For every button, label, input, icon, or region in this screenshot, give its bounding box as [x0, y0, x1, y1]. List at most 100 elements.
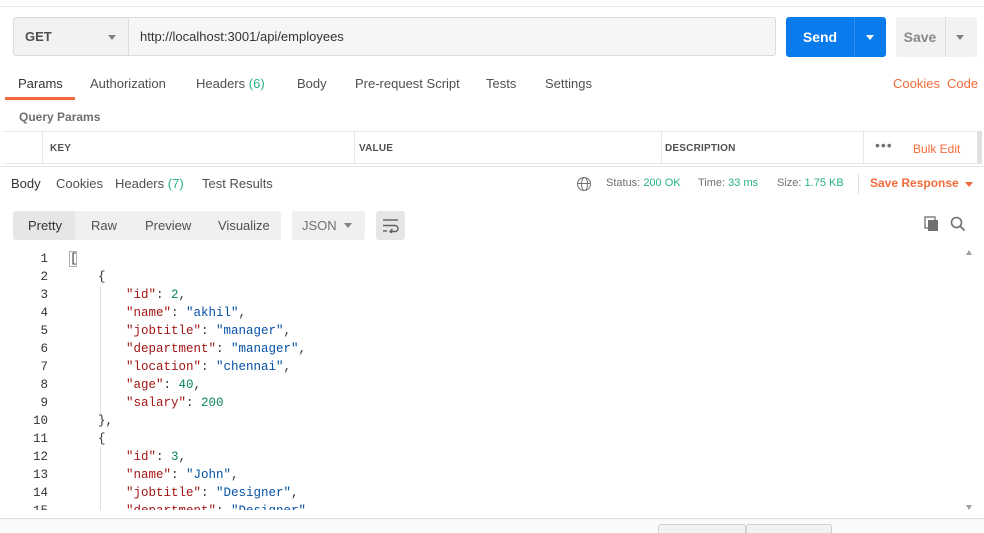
active-tab-indicator — [5, 97, 75, 100]
response-divider — [0, 166, 984, 167]
line-number: 5 — [40, 324, 48, 338]
line-number: 15 — [0, 504, 48, 510]
chevron-down-icon[interactable] — [866, 35, 874, 40]
line-number: 13 — [32, 468, 48, 482]
tab-tests[interactable]: Tests — [486, 76, 516, 91]
url-input[interactable]: http://localhost:3001/api/employees — [128, 17, 776, 56]
top-border — [0, 6, 984, 7]
line-number: 14 — [32, 486, 48, 500]
size-readout: Size: 1.75 KB — [777, 177, 844, 189]
send-divider — [854, 17, 855, 57]
description-header: DESCRIPTION — [665, 143, 736, 154]
key-header: KEY — [50, 143, 72, 154]
code-link[interactable]: Code — [947, 76, 978, 91]
bottom-status-bar — [0, 518, 984, 533]
query-params-table: KEY VALUE DESCRIPTION ••• Bulk Edit — [3, 131, 978, 164]
code-text: { — [98, 270, 106, 284]
view-raw[interactable]: Raw — [91, 218, 117, 233]
tab-body[interactable]: Body — [297, 76, 327, 91]
code-text: }, — [98, 414, 114, 428]
more-options-icon[interactable]: ••• — [875, 137, 893, 153]
status-divider — [858, 174, 859, 194]
code-text: "id": 3, — [126, 450, 187, 464]
code-text: "salary": 200 — [126, 396, 224, 410]
globe-icon[interactable] — [577, 177, 591, 191]
description-column: DESCRIPTION — [661, 132, 863, 163]
chevron-down-icon[interactable] — [956, 35, 964, 40]
code-line: 10}, — [0, 414, 960, 432]
line-number: 10 — [32, 414, 48, 428]
response-tab-body[interactable]: Body — [11, 176, 41, 191]
query-params-title: Query Params — [19, 110, 101, 124]
method-label: GET — [25, 29, 52, 44]
value-column: VALUE — [354, 132, 661, 163]
key-column: KEY — [42, 132, 354, 163]
tab-settings[interactable]: Settings — [545, 76, 592, 91]
line-number: 2 — [40, 270, 48, 284]
line-number: 3 — [40, 288, 48, 302]
indent-guide — [100, 286, 101, 414]
method-select[interactable]: GET — [13, 17, 129, 56]
scroll-up-icon[interactable] — [966, 250, 972, 255]
code-line: 5 "jobtitle": "manager", — [0, 324, 960, 342]
view-visualize[interactable]: Visualize — [218, 218, 270, 233]
line-number: 1 — [40, 252, 48, 266]
response-headers-count: (7) — [167, 176, 184, 191]
code-line: 7 "location": "chennai", — [0, 360, 960, 378]
tab-pre-request-script[interactable]: Pre-request Script — [355, 76, 460, 91]
time-readout: Time: 33 ms — [698, 177, 759, 189]
wrap-lines-button[interactable] — [376, 211, 405, 240]
wrap-lines-icon — [383, 219, 399, 233]
indent-guide — [100, 448, 101, 510]
browse-toggle[interactable] — [746, 524, 832, 533]
save-response-button[interactable]: Save Response — [870, 176, 973, 190]
scrollbar[interactable] — [977, 131, 982, 164]
copy-icon[interactable] — [924, 216, 940, 232]
view-preview[interactable]: Preview — [145, 218, 191, 233]
code-text: "location": "chennai", — [126, 360, 292, 374]
size-value: 1.75 KB — [804, 177, 844, 189]
code-line: 3 "id": 2, — [0, 288, 960, 306]
chevron-down-icon — [108, 35, 116, 40]
view-pretty[interactable]: Pretty — [28, 218, 62, 233]
code-line: 2{ — [0, 270, 960, 288]
response-body-viewer[interactable]: 1[2{3 "id": 2, 4 "name": "akhil", 5 "jobtitle… — [0, 250, 984, 510]
checkbox-column — [3, 132, 42, 163]
code-line: 14 "jobtitle": "Designer", — [0, 486, 960, 504]
bracket-match-highlight — [69, 251, 77, 267]
code-line: 8 "age": 40, — [0, 378, 960, 396]
send-label: Send — [802, 29, 838, 45]
chevron-down-icon — [344, 223, 352, 228]
search-icon[interactable] — [950, 216, 966, 232]
bulk-edit-link[interactable]: Bulk Edit — [913, 142, 960, 156]
format-select[interactable]: JSON — [292, 211, 365, 240]
headers-count: (6) — [248, 76, 265, 91]
send-button[interactable]: Send — [786, 17, 886, 57]
build-toggle[interactable] — [658, 524, 746, 533]
format-label: JSON — [302, 218, 337, 233]
code-line: 6 "department": "manager", — [0, 342, 960, 360]
line-number: 11 — [32, 432, 48, 446]
tab-authorization[interactable]: Authorization — [90, 76, 166, 91]
tab-params[interactable]: Params — [18, 76, 63, 91]
response-scrollbar[interactable] — [966, 250, 972, 510]
value-header: VALUE — [359, 143, 394, 154]
response-tab-headers[interactable]: Headers (7) — [115, 176, 184, 191]
save-label: Save — [903, 29, 937, 45]
cookies-link[interactable]: Cookies — [893, 76, 940, 91]
status-readout: Status: 200 OK — [606, 177, 681, 189]
line-number: 4 — [40, 306, 48, 320]
save-button[interactable]: Save — [896, 17, 977, 57]
code-text: "age": 40, — [126, 378, 202, 392]
code-line: 1[ — [0, 252, 960, 270]
code-text: "jobtitle": "manager", — [126, 324, 292, 338]
response-tab-test-results[interactable]: Test Results — [202, 176, 273, 191]
code-line: 11 { — [0, 432, 960, 450]
tab-headers[interactable]: Headers (6) — [196, 76, 265, 91]
code-text: "department": "Designer" — [126, 504, 306, 510]
response-tab-cookies[interactable]: Cookies — [56, 176, 103, 191]
code-line: 12 "id": 3, — [0, 450, 960, 468]
code-text: "name": "John", — [126, 468, 239, 482]
line-number: 7 — [40, 360, 48, 374]
scroll-down-icon[interactable] — [966, 505, 972, 510]
